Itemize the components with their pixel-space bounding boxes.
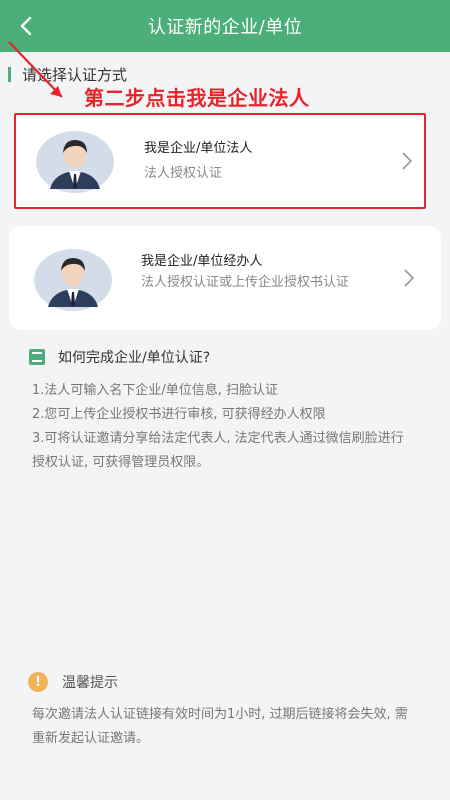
option-title: 我是企业/单位法人	[144, 141, 253, 156]
annotation-text: 第二步点击我是企业法人	[84, 86, 310, 110]
option-legal-representative[interactable]: 我是企业/单位法人 法人授权认证	[14, 113, 426, 209]
avatar	[34, 249, 112, 311]
tip-heading: ! 温馨提示	[28, 672, 118, 692]
option-agent[interactable]: 我是企业/单位经办人 法人授权认证或上传企业授权书认证	[9, 226, 441, 330]
howto-step: 3.可将认证邀请分享给法定代表人, 法定代表人通过微信刷脸进行授权认证, 可获得…	[32, 431, 404, 470]
warning-icon: !	[28, 672, 48, 692]
option-subtitle: 法人授权认证或上传企业授权书认证	[141, 275, 350, 290]
chevron-right-icon	[402, 152, 413, 170]
back-button[interactable]	[10, 10, 42, 42]
tip-title: 温馨提示	[62, 675, 118, 691]
howto-step: 2.您可上传企业授权书进行审核, 可获得经办人权限	[32, 407, 326, 422]
avatar	[36, 131, 114, 193]
book-icon	[29, 349, 45, 365]
tip-body: 每次邀请法人认证链接有效时间为1小时, 过期后链接将会失效, 需重新发起认证邀请…	[32, 707, 408, 746]
chevron-right-icon	[404, 269, 415, 287]
howto-steps: 1.法人可输入名下企业/单位信息, 扫脸认证 2.您可上传企业授权书进行审核, …	[32, 379, 412, 475]
option-title: 我是企业/单位经办人	[141, 254, 263, 269]
page-title: 认证新的企业/单位	[147, 17, 303, 38]
howto-step: 1.法人可输入名下企业/单位信息, 扫脸认证	[32, 383, 279, 398]
howto-title: 如何完成企业/单位认证?	[58, 350, 211, 366]
header-bar: 认证新的企业/单位	[0, 0, 450, 52]
section-accent-bar	[8, 67, 11, 82]
option-subtitle: 法人授权认证	[144, 166, 223, 181]
howto-heading: 如何完成企业/单位认证?	[28, 347, 210, 367]
chevron-left-icon	[20, 16, 32, 36]
